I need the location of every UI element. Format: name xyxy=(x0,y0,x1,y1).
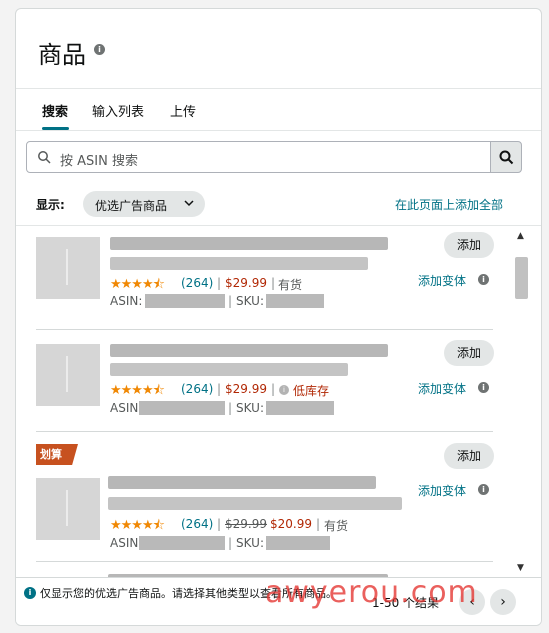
footer-notice: 仅显示您的优选广告商品。请选择其他类型以查看所有商品。 xyxy=(40,587,337,600)
product-title-redacted xyxy=(108,476,376,489)
active-tab-indicator xyxy=(42,127,69,130)
tab-upload[interactable]: 上传 xyxy=(170,101,196,120)
asin-label: ASIN: xyxy=(110,294,143,308)
sku-value-redacted xyxy=(266,536,330,550)
asin-label: ASIN: xyxy=(110,401,143,415)
info-icon[interactable]: i xyxy=(478,484,489,495)
sku-label: SKU: xyxy=(236,294,264,308)
sku-label: SKU: xyxy=(236,536,264,550)
next-page-button[interactable]: › xyxy=(490,589,516,615)
tab-bar: 搜索 输入列表 上传 xyxy=(16,89,541,131)
review-count[interactable]: (264) xyxy=(181,517,213,531)
panel-footer: i 仅显示您的优选广告商品。请选择其他类型以查看所有商品。 1-50 个结果 ‹… xyxy=(16,577,541,625)
products-panel: 商品 i 搜索 输入列表 上传 按 ASIN 搜索 显示: 优选广告商品 在此页… xyxy=(15,8,542,626)
original-price: $29.99 xyxy=(225,517,267,531)
product-image xyxy=(36,344,100,406)
page-title: 商品 xyxy=(38,41,86,69)
asin-value-redacted xyxy=(145,294,225,308)
list-item: ★★★★⯪ (264) | $29.99 | 有货 ASIN: | SKU: 添… xyxy=(36,227,494,330)
asin-label: ASIN: xyxy=(110,536,143,550)
scrollbar[interactable]: ▲ ▼ xyxy=(513,227,531,577)
list-item: ★★★★⯪ (264) | $29.99 | i 低库存 ASIN: | SKU… xyxy=(36,330,494,432)
scroll-down-icon[interactable]: ▼ xyxy=(517,563,524,573)
filter-row: 显示: 优选广告商品 在此页面上添加全部 xyxy=(16,184,541,226)
deal-badge: 划算 xyxy=(36,444,78,465)
stock-status: 有货 xyxy=(324,519,349,533)
product-title-redacted xyxy=(108,497,402,510)
scroll-up-icon[interactable]: ▲ xyxy=(517,231,524,241)
price: $29.99 xyxy=(225,276,267,290)
asin-value-redacted xyxy=(139,536,225,550)
sku-value-redacted xyxy=(266,401,334,415)
stock-status: 低库存 xyxy=(293,384,330,398)
search-input[interactable]: 按 ASIN 搜索 xyxy=(26,141,491,173)
asin-value-redacted xyxy=(139,401,225,415)
dropdown-value: 优选广告商品 xyxy=(95,199,168,213)
show-label: 显示: xyxy=(36,198,65,212)
list-item xyxy=(36,562,493,577)
product-title-redacted xyxy=(110,237,388,250)
review-count[interactable]: (264) xyxy=(181,276,213,290)
product-image xyxy=(36,237,100,299)
tab-enter-list[interactable]: 输入列表 xyxy=(92,101,144,120)
product-list: ★★★★⯪ (264) | $29.99 | 有货 ASIN: | SKU: 添… xyxy=(16,227,513,577)
stock-status: 有货 xyxy=(278,278,303,292)
product-type-dropdown[interactable]: 优选广告商品 xyxy=(83,191,205,217)
chevron-down-icon xyxy=(184,200,194,207)
info-icon[interactable]: i xyxy=(94,44,105,55)
price: $29.99 xyxy=(225,382,267,396)
star-rating: ★★★★⯪ xyxy=(110,383,165,398)
review-count[interactable]: (264) xyxy=(181,382,213,396)
add-button[interactable]: 添加 xyxy=(444,443,494,469)
product-title-redacted xyxy=(110,257,368,270)
add-variant-link[interactable]: 添加变体 xyxy=(418,482,466,499)
search-icon xyxy=(38,151,51,164)
panel-header: 商品 i xyxy=(16,9,541,89)
add-variant-link[interactable]: 添加变体 xyxy=(418,380,466,397)
result-count: 1-50 个结果 xyxy=(372,596,440,610)
product-title-redacted xyxy=(110,363,348,376)
search-placeholder: 按 ASIN 搜索 xyxy=(60,154,138,169)
info-icon[interactable]: i xyxy=(478,274,489,285)
sku-label: SKU: xyxy=(236,401,264,415)
add-all-link[interactable]: 在此页面上添加全部 xyxy=(395,196,503,213)
product-title-redacted xyxy=(110,344,388,357)
tab-search[interactable]: 搜索 xyxy=(42,101,68,120)
list-item: 划算 ★★★★⯪ (264) | $29.99 $20.99 | 有货 ASIN… xyxy=(36,432,494,562)
star-rating: ★★★★⯪ xyxy=(110,518,165,533)
add-button[interactable]: 添加 xyxy=(444,232,494,258)
previous-page-button[interactable]: ‹ xyxy=(459,589,485,615)
price: $20.99 xyxy=(270,517,312,531)
search-button[interactable] xyxy=(490,141,522,173)
product-image xyxy=(36,478,100,540)
info-icon[interactable]: i xyxy=(478,382,489,393)
warning-icon: i xyxy=(279,385,289,395)
search-icon xyxy=(499,150,514,165)
scrollbar-thumb[interactable] xyxy=(515,257,528,299)
add-button[interactable]: 添加 xyxy=(444,340,494,366)
add-variant-link[interactable]: 添加变体 xyxy=(418,272,466,289)
sku-value-redacted xyxy=(266,294,324,308)
